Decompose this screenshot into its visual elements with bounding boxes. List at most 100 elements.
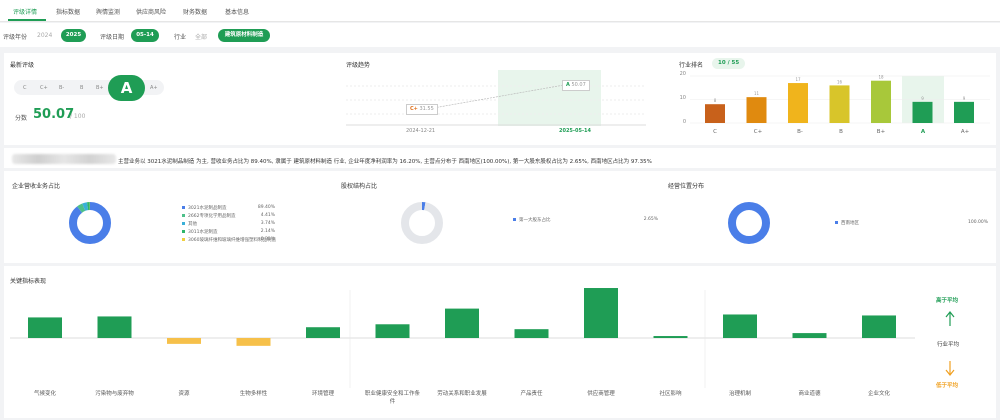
rating-title: 最新评级 [10,62,35,69]
rank-bar-value: 11 [754,91,760,96]
indicator-bar [514,329,549,338]
rank-bar-value: 16 [837,79,843,84]
indicator-label: 供应商管理 [587,391,615,397]
rank-bar [871,80,891,123]
industry-option-all[interactable]: 全部 [195,32,207,41]
indicator-bar [653,336,688,338]
indicator-bar [28,317,62,338]
indicator-label: 企业文化 [867,391,890,397]
legend-item: 西南地区 [835,220,859,226]
legend-value: 2.65% [643,217,658,222]
grade-b: B [80,85,84,91]
rank-title: 行业排名 [679,62,704,69]
rank-bar-value: 9 [963,96,966,101]
trend-current-band [498,70,601,126]
tab-sentiment[interactable]: 舆情监测 [96,7,120,16]
indicator-bar [723,314,757,338]
rank-bar [954,101,974,123]
trend-chart [346,70,646,126]
indicator-bar [445,308,479,338]
trend-date-start: 2024-12-21 [406,128,436,134]
rank-bar [705,104,725,123]
industry-label: 行业 [174,34,187,41]
location-donut [728,202,770,244]
rank-bar [912,101,933,123]
rank-x-label: A [920,129,926,135]
score-label: 分数 [15,115,28,122]
equity-legend: 第一大股东占比 [513,217,551,223]
rank-x-label: B- [797,129,803,135]
location-legend: 西南地区 [835,220,859,226]
active-tab-indicator [8,19,46,21]
rank-bar [788,83,808,123]
revenue-donut-title: 企业营收业务占比 [12,183,61,190]
rank-bar-value: 9 [921,96,924,101]
tab-rating-detail[interactable]: 评级详情 [13,7,37,16]
legend-item: 第一大股东占比 [513,217,551,223]
year-option-2025[interactable]: 2025 [61,29,86,42]
date-label: 评级日期 [100,34,125,41]
tab-financial[interactable]: 财务数据 [183,7,207,16]
rank-y-tick: 10 [679,95,686,101]
equity-donut-title: 股权结构占比 [341,183,378,190]
indicator-label: 商业道德 [798,391,821,397]
indicator-label: 生物多样性 [239,391,268,397]
rank-bar [746,97,767,123]
indicator-label: 污染物与废弃物 [95,391,134,397]
equity-donut [401,202,443,244]
below-average-label: 低于平均 [936,383,959,389]
rank-x-label: B [839,129,843,135]
donut-slice [401,202,443,244]
rank-x-label: A+ [960,129,970,135]
tab-bar: 评级详情 指标数据 舆情监测 供应商风险 财务数据 基本信息 [0,0,1000,22]
indicator-bar [862,315,896,338]
rank-bar-value: 8 [714,98,717,103]
indicator-label: 资源 [178,391,190,397]
rank-y-tick: 0 [682,119,686,125]
rank-bar-value: 17 [795,77,801,82]
tab-supplier-risk[interactable]: 供应商风险 [136,7,166,16]
indicator-label: 气候变化 [33,391,56,397]
tab-basic-info[interactable]: 基本信息 [225,7,249,16]
grade-c-plus: C+ [40,85,48,91]
legend-value: 89.40% [257,205,275,210]
composition-panel [4,171,996,263]
year-option-2024[interactable]: 2024 [37,32,52,39]
indicator-bar [236,338,271,346]
donut-slice [69,202,111,244]
indicator-bar [167,338,201,344]
filter-bar: 评级年份 2024 2025 评级日期 05-14 行业 全部 建筑原材料制造 [0,23,1000,47]
indicator-bar [584,288,618,338]
industry-option-selected[interactable]: 建筑原材料制造 [218,29,270,42]
indicator-bar [306,327,340,338]
rank-badge: 10 / 55 [712,58,746,69]
legend-value: 100.00% [967,220,988,225]
rank-chart: 8 11 17 16 18 9 9 [690,75,990,124]
indicator-bar [792,333,827,338]
indicators-chart [10,288,915,388]
date-option[interactable]: 05-14 [131,29,159,42]
current-grade: A [108,75,145,101]
above-average-label: 高于平均 [936,298,959,304]
rank-x-label: C [713,129,717,135]
arrow-down-icon [945,361,955,376]
grade-c: C [23,85,27,91]
trend-point-start: C+ 31.55 [406,104,438,115]
trend-title: 评级趋势 [346,62,371,69]
company-summary: 主营业务以 3021水泥制品制造 为主, 营收业务占比为 89.40%, 隶属于… [118,159,652,165]
indicator-bar [97,316,132,338]
location-donut-title: 经营位置分布 [668,183,705,190]
score-value: 50.07 [33,107,75,122]
revenue-donut [69,202,111,244]
indicator-label: 环境管理 [311,391,334,397]
industry-average-label: 行业平均 [937,342,960,348]
donut-slice [728,202,770,244]
grade-b-minus: B- [59,85,65,91]
trend-point-current: A 50.07 [562,80,590,91]
tab-indicator-data[interactable]: 指标数据 [56,7,80,16]
indicator-label: 社区影响 [659,391,682,397]
indicator-label: 职业健康安全和工作条件 [364,391,420,405]
rank-bar [829,85,850,123]
rank-x-label: B+ [876,129,886,135]
legend-value: 2.14% [260,229,275,234]
